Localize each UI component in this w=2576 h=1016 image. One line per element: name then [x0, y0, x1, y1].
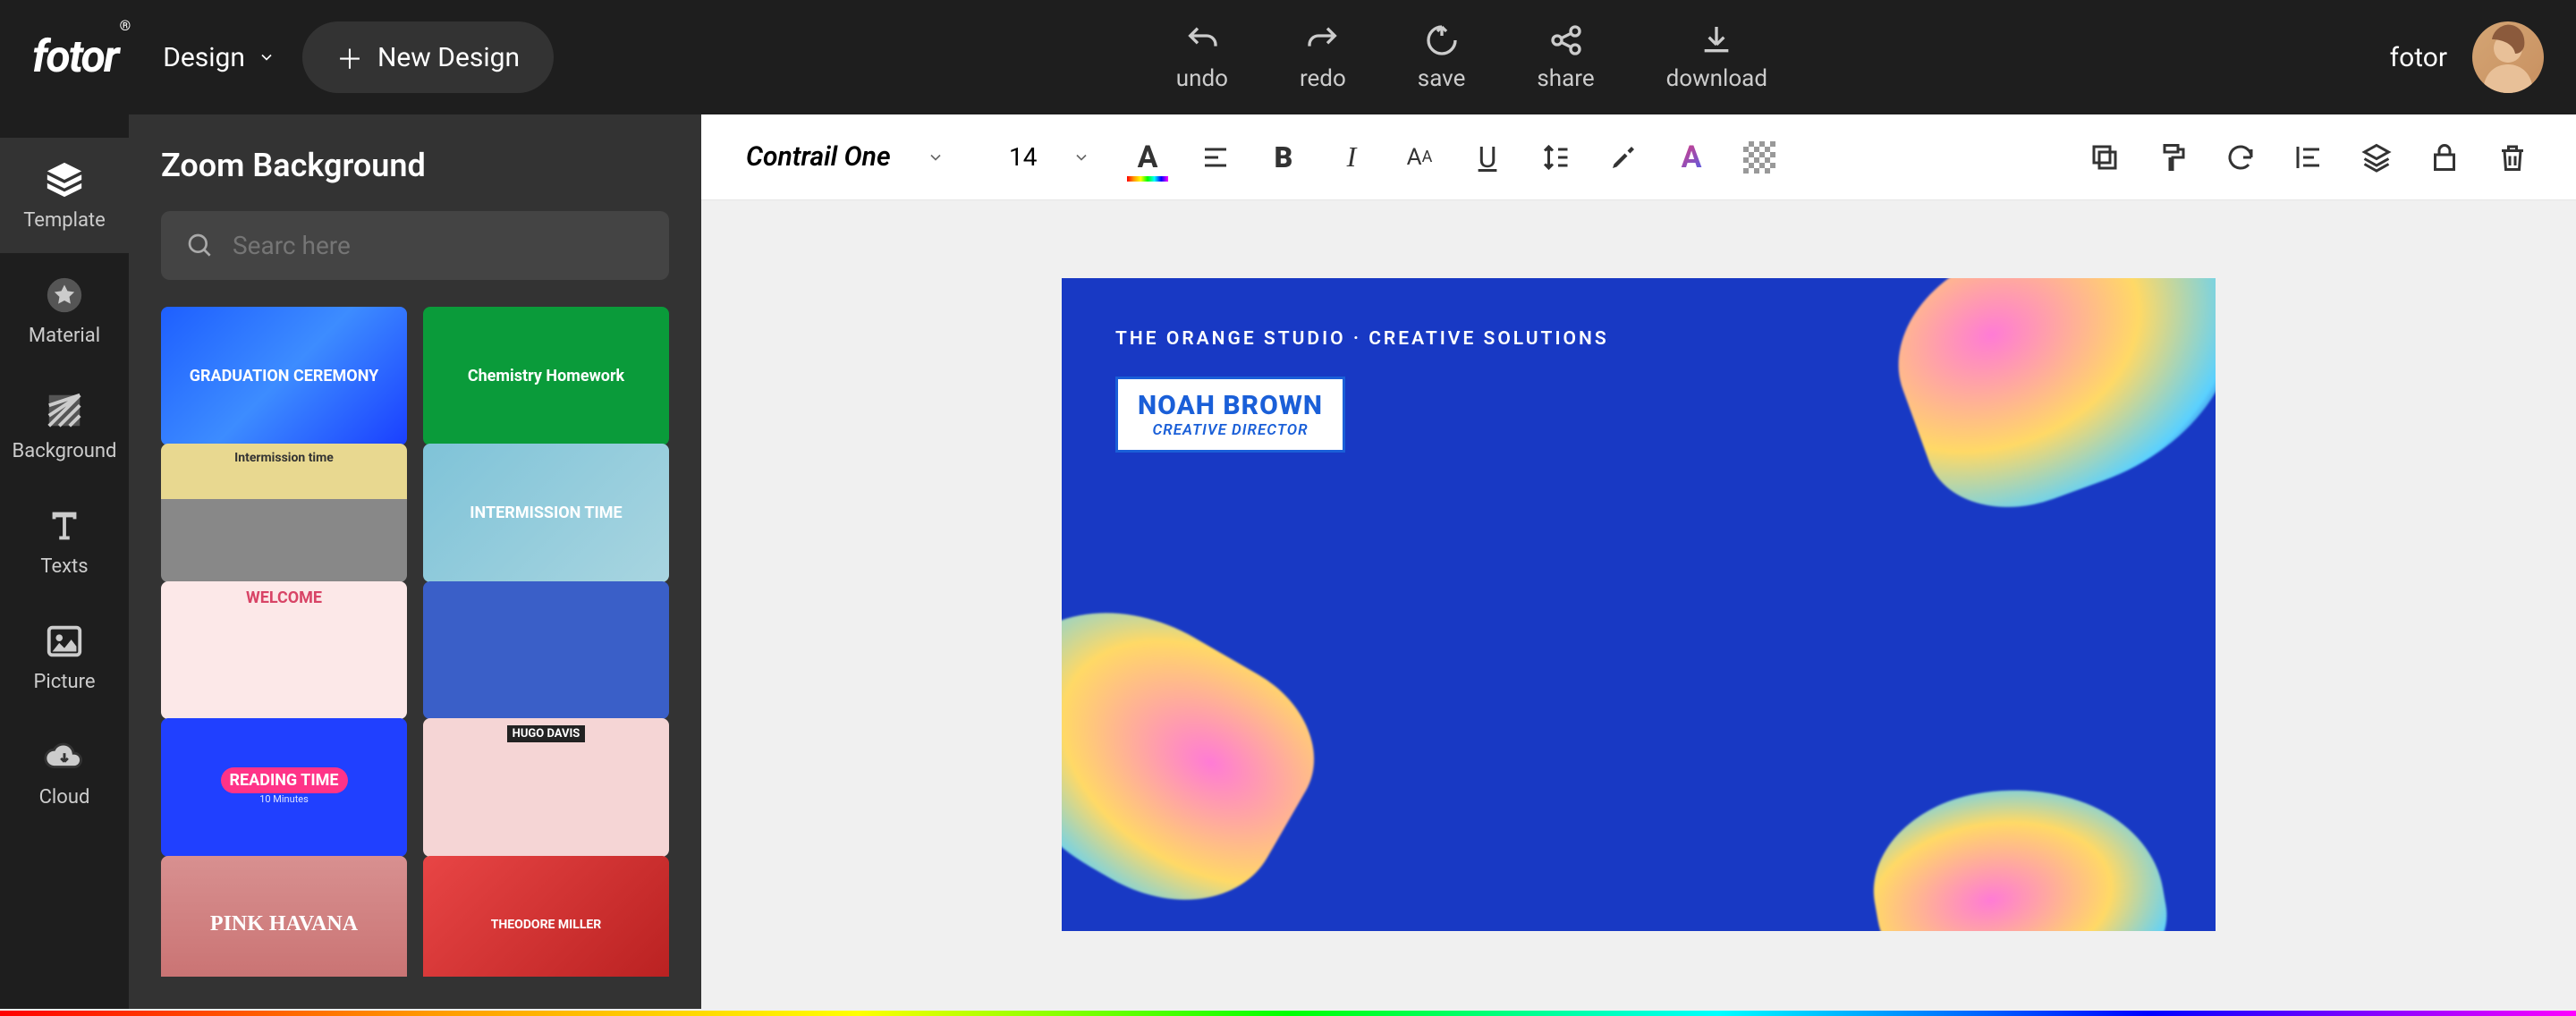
paint-icon: [2157, 141, 2189, 174]
plus-icon: ＋: [336, 38, 363, 77]
copy-icon: [2089, 141, 2121, 174]
text-toolbar: Contrail One 14 A B I AA U A: [701, 114, 2576, 200]
share-button[interactable]: share: [1537, 22, 1594, 92]
layers-icon: [44, 159, 85, 200]
rainbow-bar-icon: [0, 1011, 2576, 1016]
picture-icon: [44, 621, 85, 662]
trash-icon: [2496, 141, 2529, 174]
canvas-name-badge[interactable]: NOAH BROWN CREATIVE DIRECTOR: [1115, 377, 1345, 453]
download-icon: [1699, 22, 1734, 58]
new-design-button[interactable]: ＋ New Design: [302, 21, 554, 93]
text-icon: [44, 505, 85, 546]
username[interactable]: fotor: [2390, 42, 2447, 73]
avatar[interactable]: [2472, 21, 2544, 93]
template-thumb[interactable]: HUGO DAVIS: [423, 718, 669, 857]
chevron-down-icon: [1072, 148, 1090, 166]
highlight-icon: [1607, 141, 1640, 174]
undo-button[interactable]: undo: [1176, 22, 1228, 92]
background-icon: [44, 390, 85, 431]
undo-icon: [1184, 22, 1220, 58]
position-button[interactable]: [2290, 139, 2327, 176]
layer-button[interactable]: [2358, 139, 2395, 176]
redo-icon: [1305, 22, 1341, 58]
template-panel: Zoom Background GRADUATION CEREMONY Chem…: [129, 114, 701, 1009]
align-icon: [1199, 141, 1232, 174]
save-icon: [1424, 22, 1460, 58]
template-thumb[interactable]: READING TIME10 Minutes: [161, 718, 407, 857]
rotate-icon: [2224, 141, 2257, 174]
badge-name: NOAH BROWN: [1138, 390, 1323, 421]
template-thumb[interactable]: Intermission time: [161, 444, 407, 582]
user-area: fotor: [2390, 21, 2544, 93]
template-thumb[interactable]: Chemistry Homework: [423, 307, 669, 445]
nav-texts[interactable]: Texts: [0, 484, 129, 599]
share-icon: [1548, 22, 1584, 58]
nav-background[interactable]: Background: [0, 368, 129, 484]
new-design-label: New Design: [377, 42, 520, 73]
template-thumb[interactable]: WELCOME: [161, 581, 407, 720]
template-thumb[interactable]: THEODORE MILLER: [423, 856, 669, 977]
app-header: fotor® Design ＋ New Design undo redo sav…: [0, 0, 2576, 114]
lock-button[interactable]: [2426, 139, 2463, 176]
panel-title: Zoom Background: [161, 147, 669, 184]
template-grid: GRADUATION CEREMONY Chemistry Homework I…: [161, 307, 669, 977]
search-icon: [186, 232, 215, 260]
italic-button[interactable]: I: [1333, 139, 1370, 176]
blob-shape: [1062, 563, 1344, 931]
nav-cloud[interactable]: Cloud: [0, 715, 129, 830]
delete-button[interactable]: [2494, 139, 2531, 176]
line-height-button[interactable]: [1537, 139, 1574, 176]
logo[interactable]: fotor®: [32, 31, 127, 83]
header-actions: undo redo save share download: [554, 22, 2390, 92]
format-paint-button[interactable]: [2154, 139, 2191, 176]
cloud-icon: [44, 736, 85, 777]
search-box[interactable]: [161, 211, 669, 280]
line-height-icon: [1539, 141, 1572, 174]
nav-template[interactable]: Template: [0, 138, 129, 253]
design-dropdown[interactable]: Design: [163, 42, 275, 73]
font-family-select[interactable]: Contrail One: [746, 141, 979, 173]
template-thumb[interactable]: GRADUATION CEREMONY: [161, 307, 407, 445]
checker-icon: [1743, 141, 1775, 174]
rainbow-bar-icon: [1127, 176, 1168, 182]
template-thumb[interactable]: INTERMISSION TIME: [423, 444, 669, 582]
position-icon: [2292, 141, 2325, 174]
underline-button[interactable]: U: [1469, 139, 1506, 176]
template-thumb[interactable]: [423, 581, 669, 720]
download-button[interactable]: download: [1666, 22, 1767, 92]
save-button[interactable]: save: [1418, 22, 1466, 92]
highlight-button[interactable]: [1605, 139, 1642, 176]
chevron-down-icon: [927, 148, 945, 166]
nav-picture[interactable]: Picture: [0, 599, 129, 715]
blob-shape: [1860, 765, 2179, 931]
text-color-button[interactable]: A: [1129, 139, 1166, 176]
left-nav: Template Material Background Texts Pictu…: [0, 114, 129, 1009]
canvas-area: Contrail One 14 A B I AA U A: [701, 114, 2576, 1009]
align-button[interactable]: [1197, 139, 1234, 176]
blob-shape: [1870, 278, 2216, 535]
badge-role: CREATIVE DIRECTOR: [1152, 421, 1308, 439]
redo-button[interactable]: redo: [1300, 22, 1346, 92]
lock-icon: [2428, 141, 2461, 174]
avatar-image: [2472, 21, 2544, 93]
font-size-select[interactable]: 14: [1009, 142, 1098, 172]
layer-icon: [2360, 141, 2393, 174]
nav-material[interactable]: Material: [0, 253, 129, 368]
transparency-button[interactable]: [1741, 139, 1778, 176]
rotate-button[interactable]: [2222, 139, 2259, 176]
small-caps-button[interactable]: AA: [1401, 139, 1438, 176]
search-input[interactable]: [233, 231, 644, 260]
star-icon: [44, 275, 85, 316]
gradient-text-button[interactable]: A: [1673, 139, 1710, 176]
bold-button[interactable]: B: [1265, 139, 1302, 176]
copy-button[interactable]: [2086, 139, 2123, 176]
canvas-tagline[interactable]: THE ORANGE STUDIO · CREATIVE SOLUTIONS: [1115, 328, 1609, 350]
canvas-viewport[interactable]: THE ORANGE STUDIO · CREATIVE SOLUTIONS N…: [701, 200, 2576, 1009]
chevron-down-icon: [258, 48, 275, 66]
template-thumb[interactable]: PINK HAVANA: [161, 856, 407, 977]
design-label: Design: [163, 42, 245, 73]
design-canvas[interactable]: THE ORANGE STUDIO · CREATIVE SOLUTIONS N…: [1062, 278, 2216, 931]
